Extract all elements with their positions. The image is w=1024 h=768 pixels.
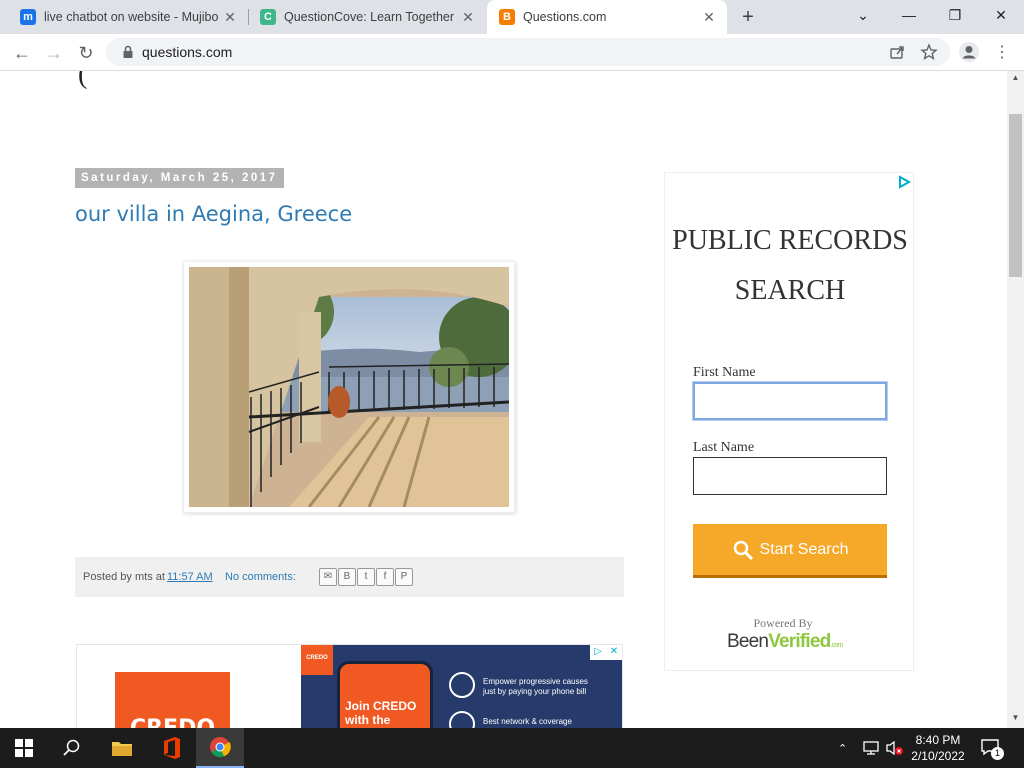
search-button[interactable] <box>48 728 96 768</box>
close-window-button[interactable]: ✕ <box>978 0 1024 30</box>
tab-title: live chatbot on website - Mujibo <box>44 10 219 24</box>
show-hidden-icons-chevron-icon[interactable]: ⌃ <box>838 728 847 768</box>
search-icon <box>63 739 80 756</box>
share-icon[interactable] <box>888 43 906 61</box>
file-explorer-button[interactable] <box>98 728 146 768</box>
phone-bill-icon <box>449 672 475 698</box>
villa-balcony-photo <box>189 267 509 507</box>
maximize-button[interactable]: ❐ <box>932 0 978 30</box>
reload-icon[interactable]: ↻ <box>74 41 98 65</box>
office-button[interactable] <box>148 728 196 768</box>
close-tab-icon[interactable]: ✕ <box>220 9 240 26</box>
twitter-icon[interactable]: t <box>357 568 375 586</box>
back-arrow-icon[interactable]: ← <box>10 41 34 65</box>
credo-ad-panel: CREDO Join CREDO with the Empower progre… <box>301 645 622 728</box>
tab-search-chevron-icon[interactable]: ⌄ <box>840 0 886 30</box>
address-bar[interactable]: questions.com <box>106 38 950 66</box>
start-search-button[interactable]: Start Search <box>693 524 887 578</box>
bookmark-star-icon[interactable] <box>920 43 938 61</box>
blog-header-glyph: ( <box>78 71 88 90</box>
ad-line-1b: just by paying your phone bill <box>483 687 587 696</box>
facebook-icon[interactable]: f <box>376 568 394 586</box>
chrome-button[interactable] <box>196 728 244 768</box>
ad-phone-text: Join CREDO with the <box>345 699 417 727</box>
windows-logo-icon <box>15 739 33 757</box>
scroll-thumb[interactable] <box>1009 114 1022 277</box>
beenverified-logo: BeenVerified.com <box>727 631 843 653</box>
ad-close-icon[interactable]: ✕ <box>606 645 622 660</box>
ad-line-2: Best network & coverage <box>483 717 572 726</box>
folder-icon <box>112 742 132 756</box>
new-tab-button[interactable]: + <box>736 5 760 29</box>
last-name-label: Last Name <box>693 440 755 455</box>
post-timestamp-link[interactable]: 11:57 AM <box>167 571 213 583</box>
tab-mujibo[interactable]: m live chatbot on website - Mujibo ✕ <box>0 0 248 34</box>
url-text: questions.com <box>142 44 233 60</box>
start-button[interactable] <box>0 728 48 768</box>
tab-questions-com[interactable]: B Questions.com ✕ <box>487 0 727 34</box>
ad-title-line-2: SEARCH <box>734 275 846 306</box>
page-scrollbar[interactable]: ▲ ▼ <box>1007 71 1024 728</box>
post-title-link[interactable]: our villa in Aegina, Greece <box>75 202 352 226</box>
posted-by-text: Posted by mts at <box>83 571 165 583</box>
blogger-favicon-icon: B <box>499 9 515 25</box>
network-icon[interactable] <box>862 740 880 756</box>
brand-part-2: Verified <box>768 631 831 652</box>
public-records-ad: PUBLIC RECORDS SEARCH First Name Last Na… <box>664 172 914 671</box>
post-footer: Posted by mts at 11:57 AM No comments: ✉… <box>75 557 624 597</box>
magnifier-icon <box>733 540 753 560</box>
notification-count-badge: 1 <box>991 747 1004 760</box>
first-name-label: First Name <box>693 365 756 380</box>
office-icon <box>164 737 180 759</box>
close-tab-icon[interactable]: ✕ <box>458 9 478 26</box>
questioncove-favicon-icon: C <box>260 9 276 25</box>
coverage-icon <box>449 711 475 728</box>
clock-date: 2/10/2022 <box>911 749 965 763</box>
windows-taskbar: ⌃ 8:40 PM 2/10/2022 1 <box>0 728 1024 768</box>
lock-icon <box>123 45 133 58</box>
email-icon[interactable]: ✉ <box>319 568 337 586</box>
menu-kebab-icon[interactable]: ⋮ <box>990 41 1014 65</box>
blogger-icon[interactable]: B <box>338 568 356 586</box>
post-photo[interactable] <box>183 261 515 513</box>
credo-ad-banner[interactable]: CREDO CREDO Join CREDO with the Empower … <box>76 644 623 728</box>
minimize-button[interactable]: — <box>886 0 932 30</box>
start-search-label: Start Search <box>759 540 849 558</box>
tab-strip: m live chatbot on website - Mujibo ✕ C Q… <box>0 0 1024 34</box>
credo-logo: CREDO <box>115 672 230 728</box>
clock-time: 8:40 PM <box>915 733 961 747</box>
tab-questioncove[interactable]: C QuestionCove: Learn Together ✕ <box>248 0 486 34</box>
powered-by-text: Powered By <box>753 616 813 630</box>
first-name-input[interactable] <box>692 381 888 421</box>
brand-suffix: .com <box>830 642 843 649</box>
ad-title-line-1: PUBLIC RECORDS <box>672 225 908 256</box>
close-tab-icon[interactable]: ✕ <box>699 9 719 26</box>
tab-title: QuestionCove: Learn Together <box>284 10 455 24</box>
scroll-up-arrow-icon[interactable]: ▲ <box>1007 73 1024 87</box>
notifications-button[interactable]: 1 <box>980 738 1004 760</box>
system-clock[interactable]: 8:40 PM 2/10/2022 <box>905 732 971 764</box>
adchoices-icon[interactable] <box>897 175 911 189</box>
forward-arrow-icon[interactable]: → <box>42 41 66 65</box>
page-content: ( Saturday, March 25, 2017 our villa in … <box>0 71 1007 728</box>
brand-part-1: Been <box>727 631 769 652</box>
credo-small-logo: CREDO <box>301 645 333 675</box>
volume-muted-icon[interactable] <box>885 740 905 756</box>
comments-link[interactable]: No comments: <box>225 571 296 583</box>
adchoices-icon[interactable]: ▷ <box>590 645 606 660</box>
browser-toolbar: ← → ↻ questions.com ⋮ <box>0 34 1024 71</box>
tab-title: Questions.com <box>523 10 607 24</box>
pinterest-icon[interactable]: P <box>395 568 413 586</box>
chrome-icon <box>210 737 231 758</box>
scroll-down-arrow-icon[interactable]: ▼ <box>1007 713 1024 727</box>
last-name-input[interactable] <box>693 457 887 495</box>
mujibo-favicon-icon: m <box>20 9 36 25</box>
ad-line-1: Empower progressive causes <box>483 677 588 686</box>
profile-avatar-icon[interactable] <box>958 41 980 63</box>
post-date-header: Saturday, March 25, 2017 <box>75 168 284 188</box>
